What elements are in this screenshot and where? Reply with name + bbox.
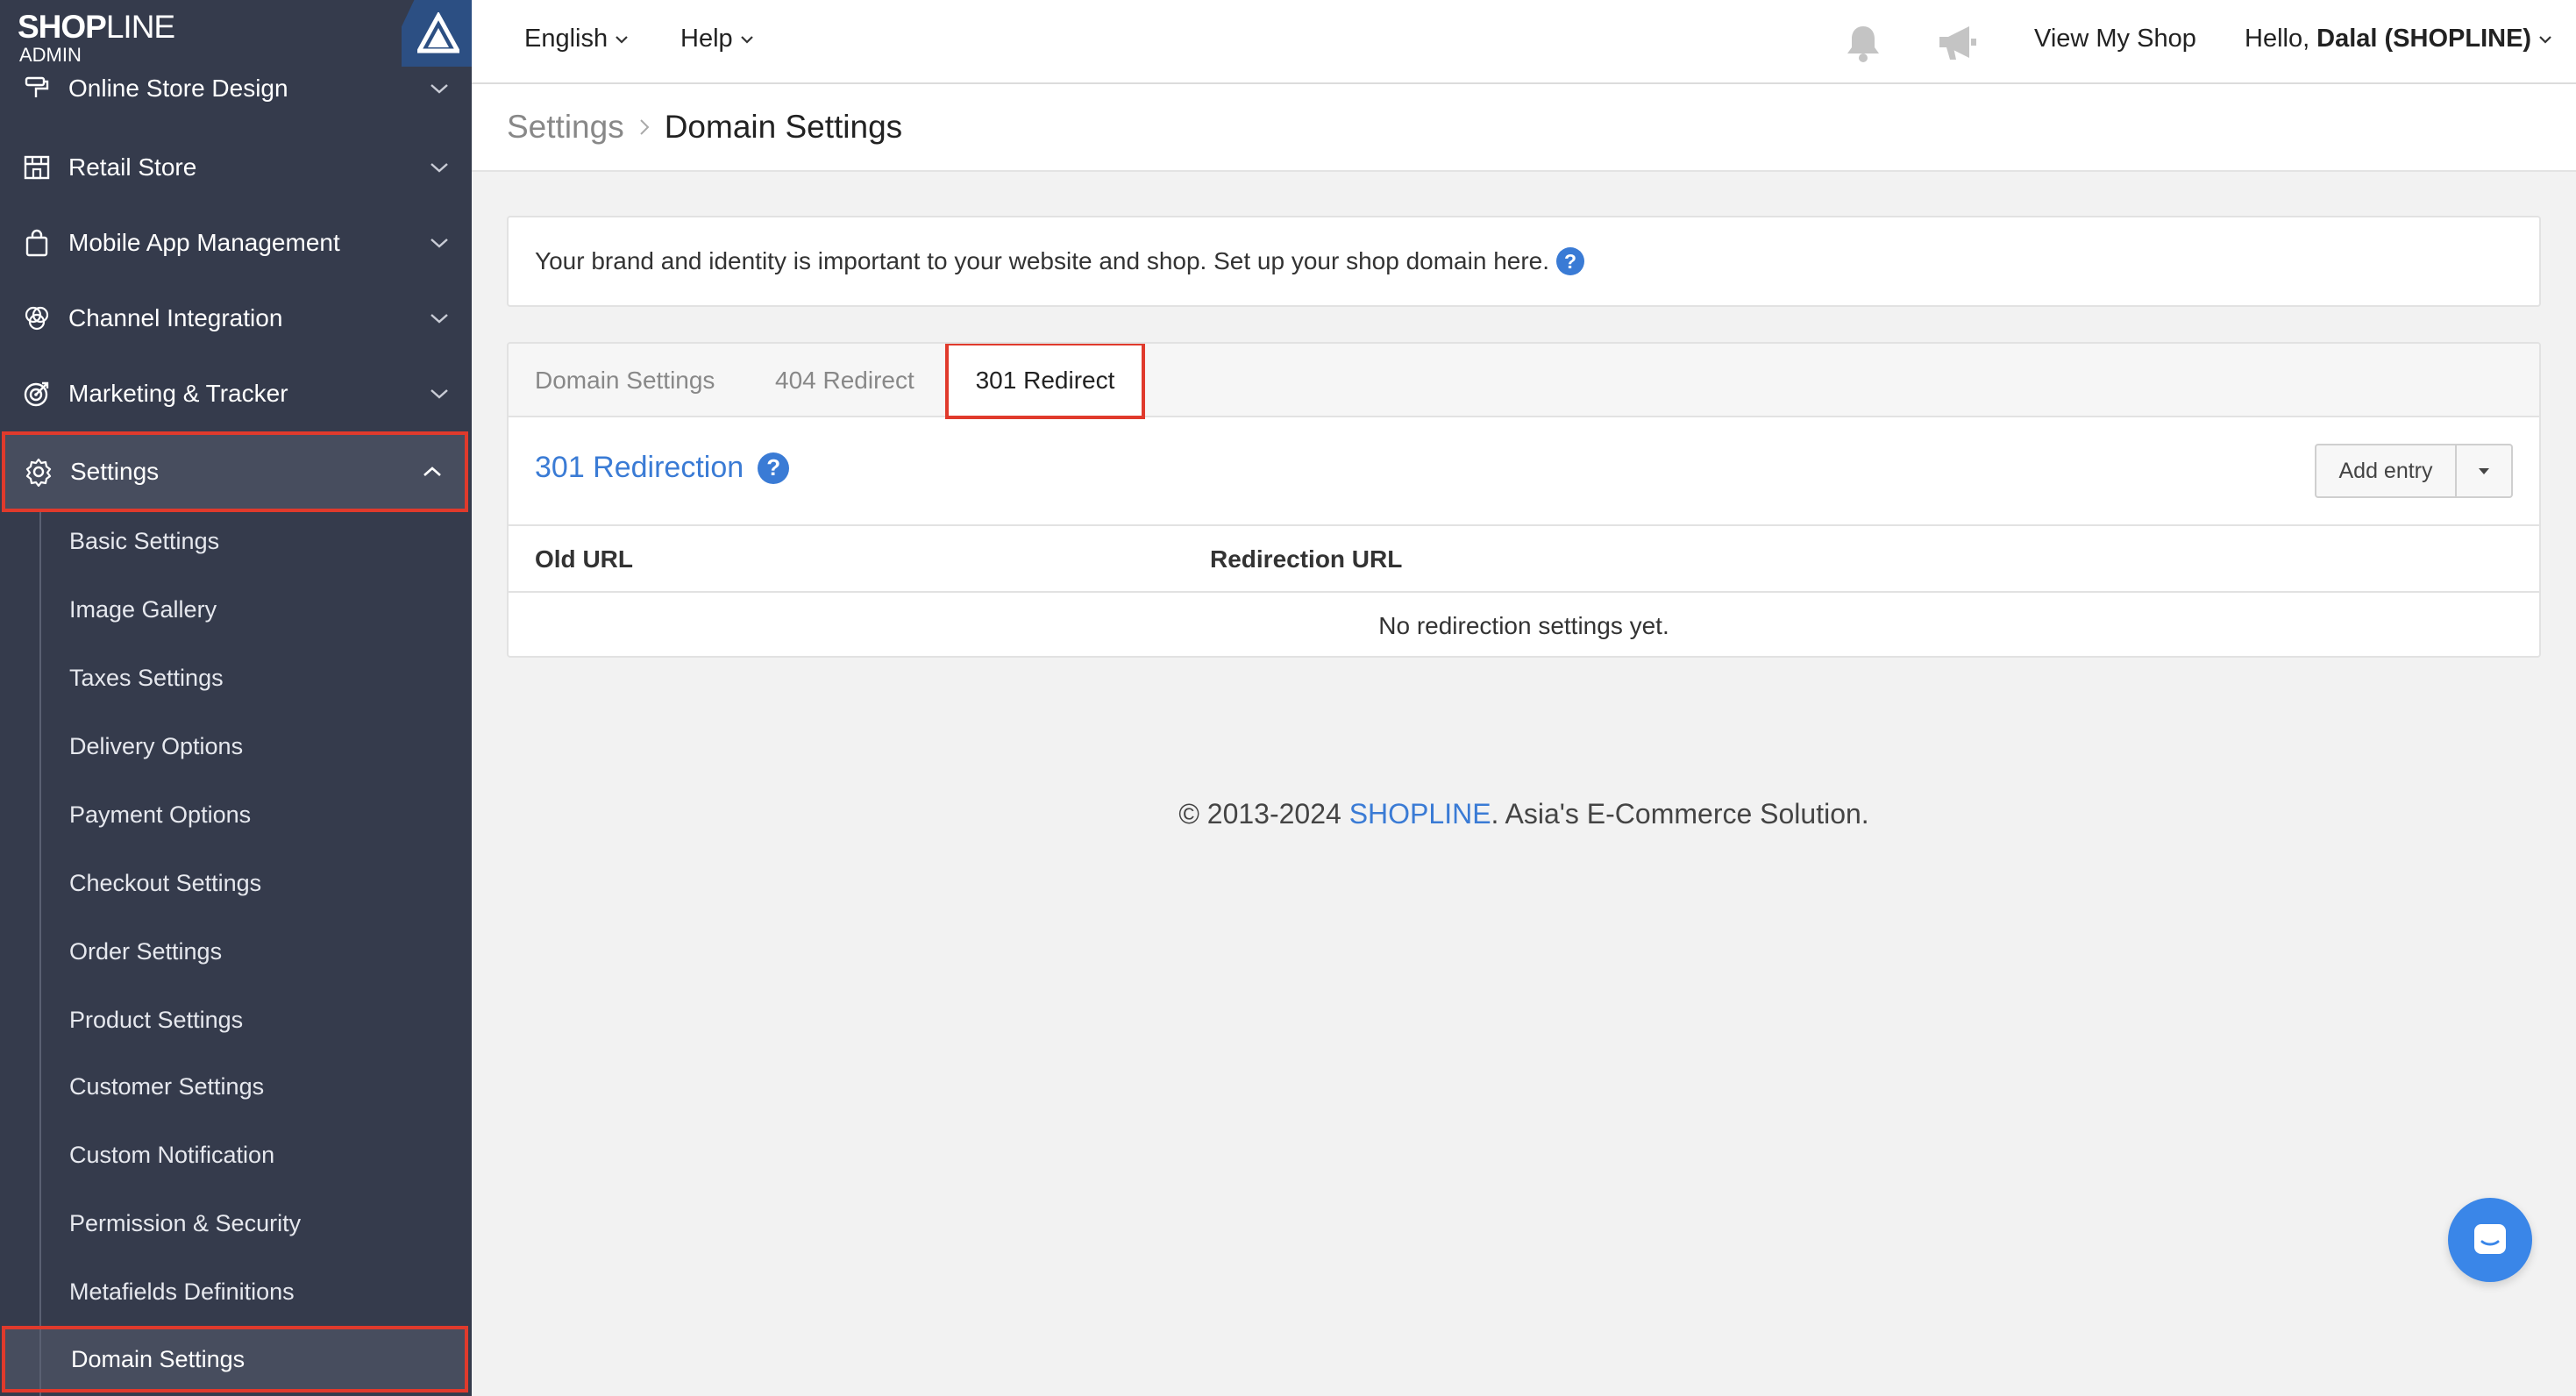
chevron-down-icon [431,84,448,94]
sidebar-subitem-basic-settings[interactable]: Basic Settings [0,507,472,575]
sidebar-item-label: Online Store Design [68,75,288,102]
chevron-down-icon [431,314,448,324]
section-header: 301 Redirection ? Add entry [509,417,2539,526]
top-header: English Help View My Shop Hello, Dalal (… [472,0,2576,84]
mountain-icon [417,12,459,53]
sidebar-subitem-domain-settings[interactable]: Domain Settings [2,1326,468,1392]
sidebar-subitem-taxes-settings[interactable]: Taxes Settings [0,644,472,712]
page-title: Domain Settings [664,109,903,145]
target-icon [21,378,53,410]
greeting-text: Hello, [2245,25,2310,53]
sidebar-item-label: Mobile App Management [68,229,340,256]
column-header-redirection-url: Redirection URL [1210,545,1403,573]
sidebar-item-label: Settings [70,458,160,485]
breadcrumb-bar: Settings Domain Settings [472,84,2576,172]
chevron-down-icon [431,163,448,173]
megaphone-icon[interactable] [1934,21,1983,69]
language-label: English [524,25,608,53]
gear-icon [23,456,54,488]
chat-launcher-button[interactable] [2448,1198,2532,1282]
logo-main-text: SHOP [18,9,107,45]
view-my-shop-link[interactable]: View My Shop [2034,25,2196,53]
store-icon [21,152,53,183]
sidebar: SHOPLINE ADMIN Online Store Design Retai… [0,0,472,1396]
tab-domain-settings[interactable]: Domain Settings [535,344,715,417]
column-header-old-url: Old URL [535,545,633,573]
sidebar-subitem-metafields-definitions[interactable]: Metafields Definitions [0,1257,472,1326]
paint-roller-icon [21,73,53,104]
section-title: 301 Redirection ? [535,451,790,485]
chevron-down-icon [2539,35,2551,44]
sidebar-subitem-image-gallery[interactable]: Image Gallery [0,575,472,644]
bell-icon[interactable] [1841,21,1885,69]
chevron-down-icon [431,239,448,248]
chevron-down-icon [616,35,628,44]
sidebar-item-label: Channel Integration [68,304,283,331]
sidebar-item-mobile-app-management[interactable]: Mobile App Management [0,205,472,281]
sidebar-subitem-checkout-settings[interactable]: Checkout Settings [0,849,472,917]
caret-down-icon [2479,468,2489,474]
shopping-bag-icon [21,227,53,259]
chat-icon [2474,1224,2506,1254]
sidebar-item-channel-integration[interactable]: Channel Integration [0,281,472,356]
shopline-logo[interactable]: SHOPLINE [18,9,175,46]
info-text: Your brand and identity is important to … [535,247,1550,274]
add-entry-dropdown-toggle[interactable] [2457,445,2511,496]
sidebar-subitem-order-settings[interactable]: Order Settings [0,917,472,986]
footer-brand-link[interactable]: SHOPLINE [1349,798,1491,830]
sidebar-item-retail-store[interactable]: Retail Store [0,130,472,205]
add-entry-button-group: Add entry [2315,444,2513,498]
sidebar-subitem-payment-options[interactable]: Payment Options [0,780,472,849]
section-title-text: 301 Redirection [535,451,744,484]
domain-info-banner: Your brand and identity is important to … [507,216,2541,307]
question-circle-icon[interactable]: ? [1556,247,1585,275]
breadcrumb: Settings Domain Settings [507,109,902,146]
logo-corner-mark [402,0,472,67]
breadcrumb-settings-link[interactable]: Settings [507,109,624,146]
language-dropdown[interactable]: English [524,25,629,53]
chevron-down-icon [431,389,448,399]
logo-thin-text: LINE [105,9,175,45]
sidebar-subitem-delivery-options[interactable]: Delivery Options [0,712,472,780]
user-menu-dropdown[interactable]: Hello, Dalal (SHOPLINE) [2245,25,2552,53]
sidebar-subitem-permission-security[interactable]: Permission & Security [0,1189,472,1257]
help-label: Help [680,25,733,53]
sidebar-subitem-product-settings[interactable]: Product Settings [0,986,472,1054]
sidebar-item-label: Retail Store [68,153,197,181]
chevron-down-icon [740,35,753,44]
tab-404-redirect[interactable]: 404 Redirect [775,344,914,417]
sidebar-subitem-custom-notification[interactable]: Custom Notification [0,1121,472,1189]
tab-bar: Domain Settings 404 Redirect 301 Redirec… [509,344,2539,419]
sidebar-item-settings[interactable]: Settings [2,431,468,512]
help-dropdown[interactable]: Help [680,25,754,53]
footer-suffix: . Asia's E-Commerce Solution. [1491,798,1869,830]
table-header-row: Old URL Redirection URL [509,526,2539,593]
add-entry-button[interactable]: Add entry [2316,445,2457,496]
channels-icon [21,303,53,334]
chevron-up-icon [423,467,441,476]
footer-prefix: © 2013-2024 [1178,798,1349,830]
sidebar-item-marketing-tracker[interactable]: Marketing & Tracker [0,356,472,431]
empty-table-message: No redirection settings yet. [1378,612,1669,639]
sidebar-subitem-customer-settings[interactable]: Customer Settings [0,1052,472,1121]
logo-admin-label: ADMIN [19,44,82,66]
redirect-panel: Domain Settings 404 Redirect 301 Redirec… [507,342,2541,658]
logo-area: SHOPLINE ADMIN [0,0,472,67]
user-name: Dalal (SHOPLINE) [2316,25,2532,53]
sidebar-item-label: Marketing & Tracker [68,380,288,407]
tab-301-redirect[interactable]: 301 Redirect [945,344,1145,419]
chevron-right-icon [639,119,650,135]
footer: © 2013-2024 SHOPLINE. Asia's E-Commerce … [472,798,2576,830]
question-circle-icon[interactable]: ? [758,452,790,484]
